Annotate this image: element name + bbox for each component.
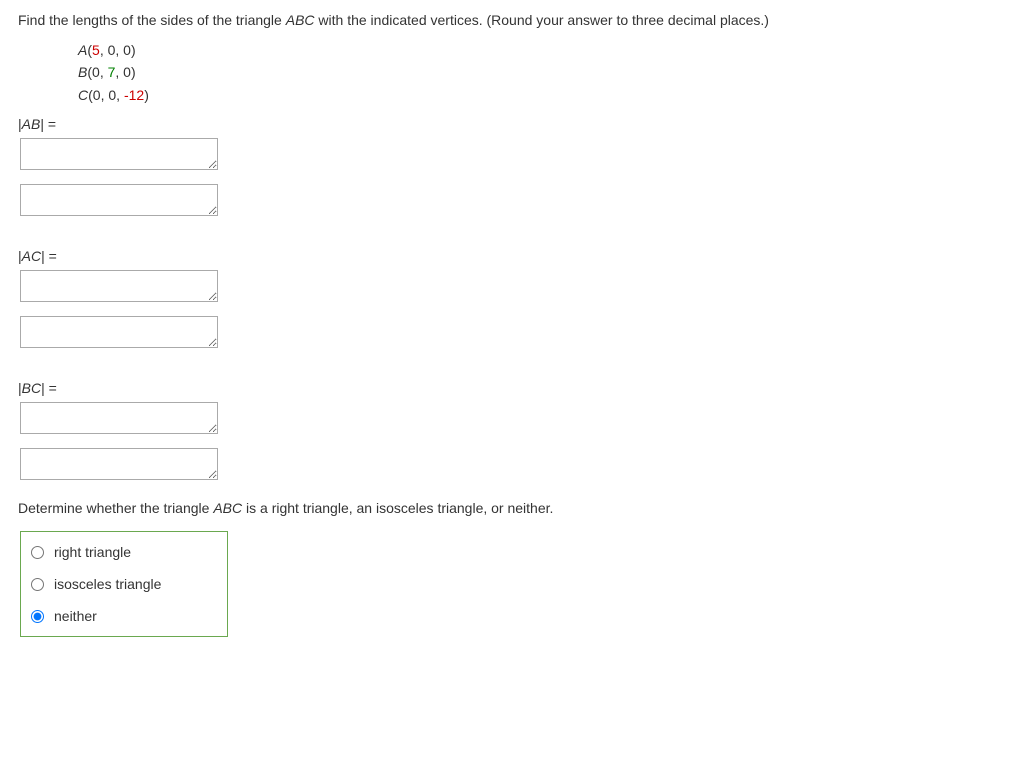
vertex-c-p3: -12 bbox=[124, 87, 144, 103]
bc-input-2[interactable] bbox=[20, 448, 218, 480]
radio-neither-label[interactable]: neither bbox=[54, 608, 97, 624]
determine-abc: ABC bbox=[213, 500, 242, 516]
radio-right[interactable] bbox=[31, 546, 44, 559]
question-prompt: Find the lengths of the sides of the tri… bbox=[18, 10, 1003, 31]
bc-label: |BC| = bbox=[18, 380, 1003, 396]
vertex-c-p1: 0 bbox=[93, 87, 101, 103]
triangle-type-radio-group: right triangle isosceles triangle neithe… bbox=[20, 531, 228, 637]
bc-var: BC bbox=[22, 380, 41, 396]
determine-suffix: is a right triangle, an isosceles triang… bbox=[242, 500, 553, 516]
vertex-b: B(0, 7, 0) bbox=[78, 61, 1003, 83]
vertex-b-p3: 0 bbox=[123, 64, 131, 80]
vertex-c-p2: 0 bbox=[108, 87, 116, 103]
determine-prefix: Determine whether the triangle bbox=[18, 500, 213, 516]
radio-isosceles-label[interactable]: isosceles triangle bbox=[54, 576, 161, 592]
vertex-b-close: ) bbox=[131, 64, 136, 80]
radio-option-neither[interactable]: neither bbox=[31, 608, 217, 624]
ac-input-2[interactable] bbox=[20, 316, 218, 348]
vertex-a-label: A bbox=[78, 42, 87, 58]
ab-input-1[interactable] bbox=[20, 138, 218, 170]
prompt-prefix: Find the lengths of the sides of the tri… bbox=[18, 12, 286, 28]
vertices-block: A(5, 0, 0) B(0, 7, 0) C(0, 0, -12) bbox=[78, 39, 1003, 106]
ac-inputs bbox=[18, 270, 1003, 348]
ab-label: |AB| = bbox=[18, 116, 1003, 132]
radio-option-right[interactable]: right triangle bbox=[31, 544, 217, 560]
ab-input-2[interactable] bbox=[20, 184, 218, 216]
vertex-c-label: C bbox=[78, 87, 88, 103]
determine-prompt: Determine whether the triangle ABC is a … bbox=[18, 498, 1003, 519]
bc-inputs bbox=[18, 402, 1003, 480]
bc-input-1[interactable] bbox=[20, 402, 218, 434]
ab-var: AB bbox=[22, 116, 41, 132]
radio-neither[interactable] bbox=[31, 610, 44, 623]
radio-option-isosceles[interactable]: isosceles triangle bbox=[31, 576, 217, 592]
ac-var: AC bbox=[22, 248, 41, 264]
vertex-a-close: ) bbox=[131, 42, 136, 58]
radio-right-label[interactable]: right triangle bbox=[54, 544, 131, 560]
vertex-a-p3: 0 bbox=[123, 42, 131, 58]
vertex-b-p1: 0 bbox=[92, 64, 100, 80]
vertex-a: A(5, 0, 0) bbox=[78, 39, 1003, 61]
prompt-suffix: with the indicated vertices. (Round your… bbox=[315, 12, 769, 28]
vertex-c-close: ) bbox=[144, 87, 149, 103]
radio-isosceles[interactable] bbox=[31, 578, 44, 591]
ac-label: |AC| = bbox=[18, 248, 1003, 264]
ac-input-1[interactable] bbox=[20, 270, 218, 302]
vertex-b-label: B bbox=[78, 64, 87, 80]
vertex-c: C(0, 0, -12) bbox=[78, 84, 1003, 106]
ab-inputs bbox=[18, 138, 1003, 216]
prompt-abc: ABC bbox=[286, 12, 315, 28]
vertex-a-p1: 5 bbox=[92, 42, 100, 58]
